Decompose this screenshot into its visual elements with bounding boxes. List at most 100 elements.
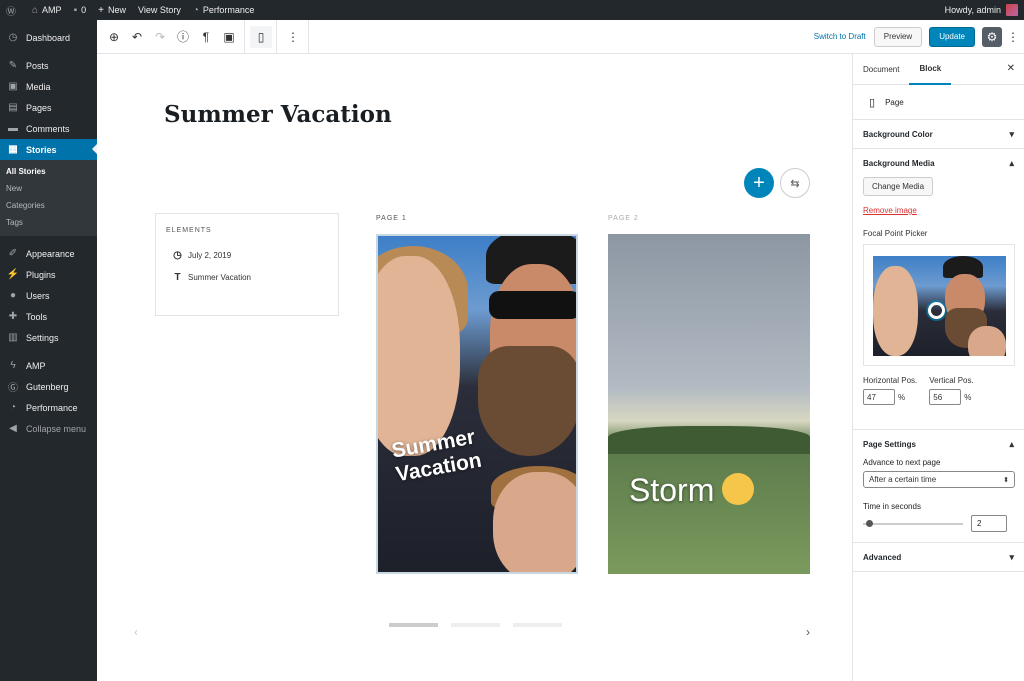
gutenberg-icon: Ⓖ <box>8 383 18 394</box>
advance-select[interactable]: After a certain time ⬍ <box>863 471 1015 488</box>
select-arrows-icon: ⬍ <box>1003 476 1009 484</box>
plus-icon: + <box>753 171 765 194</box>
page-settings-panel: Page Settings ▴ Advance to next page Afte… <box>853 430 1024 543</box>
update-button[interactable]: Update <box>929 26 975 47</box>
time-input[interactable]: 2 <box>971 515 1007 532</box>
block-name: Page <box>885 97 904 107</box>
settings-toggle-button[interactable]: ⚙ <box>982 26 1002 47</box>
redo-button[interactable]: ↷ <box>149 26 171 48</box>
pin-icon: ✎ <box>8 60 18 71</box>
photo-face <box>493 472 576 572</box>
tab-document[interactable]: Document <box>853 54 909 85</box>
info-button[interactable]: ⓘ <box>172 26 194 48</box>
preview-button[interactable]: Preview <box>873 26 923 47</box>
vertical-pos-input[interactable]: 56 <box>929 389 962 405</box>
more-vertical-icon: ⋮ <box>287 29 299 44</box>
view-story-link[interactable]: View Story <box>132 0 187 20</box>
next-page-button[interactable]: › <box>806 625 810 639</box>
submenu-tags[interactable]: Tags <box>0 214 97 231</box>
sidebar-item-performance[interactable]: ◔ Performance <box>0 397 97 418</box>
sidebar-item-appearance[interactable]: ✐ Appearance <box>0 243 97 264</box>
story-title[interactable]: Summer Vacation <box>164 101 392 128</box>
sidebar-item-tools[interactable]: ✚ Tools <box>0 306 97 327</box>
comment-bubble-icon: ▪ <box>73 4 78 16</box>
collapse-menu-button[interactable]: ◀ Collapse menu <box>0 418 97 439</box>
new-content-link[interactable]: + New <box>92 0 132 20</box>
focal-point-image <box>873 256 1006 356</box>
close-settings-button[interactable]: ✕ <box>1007 63 1015 74</box>
plus-icon: + <box>98 4 104 16</box>
switch-to-draft-button[interactable]: Switch to Draft <box>806 32 874 41</box>
sidebar-item-gutenberg[interactable]: Ⓖ Gutenberg <box>0 376 97 397</box>
remove-image-link[interactable]: Remove image <box>863 206 1014 215</box>
background-media-panel: Background Media ▴ Change Media Remove im… <box>853 149 1024 430</box>
add-block-button[interactable]: ⊕ <box>103 26 125 48</box>
page-indicator-dot[interactable] <box>451 623 500 627</box>
reorder-pages-button[interactable]: ⇆ <box>780 168 810 198</box>
page-block-button[interactable]: ▯ <box>250 25 272 48</box>
comments-link[interactable]: ▪ 0 <box>68 0 93 20</box>
sidebar-item-pages[interactable]: ▤ Pages <box>0 97 97 118</box>
previous-page-button[interactable]: ‹ <box>134 625 138 639</box>
story-page-1[interactable]: Summer Vacation <box>376 234 578 574</box>
tab-block[interactable]: Block <box>909 54 952 85</box>
performance-link[interactable]: ◔ Performance <box>187 0 261 20</box>
element-item-text[interactable]: T Summer Vacation <box>172 272 251 283</box>
chevron-down-icon: ▾ <box>1009 551 1014 562</box>
sidebar-item-users[interactable]: ● Users <box>0 285 97 306</box>
plus-circle-icon: ⊕ <box>108 29 120 44</box>
chevron-up-icon: ▴ <box>1009 157 1014 168</box>
more-tools-button[interactable]: ⋮ <box>1002 30 1024 44</box>
page-indicator-dot[interactable] <box>389 623 438 627</box>
sidebar-item-stories[interactable]: ▦ Stories <box>0 139 97 160</box>
close-icon: ✕ <box>1006 63 1015 74</box>
users-icon: ● <box>9 290 17 301</box>
image-icon: ▣ <box>223 29 235 44</box>
page-indicator-dot[interactable] <box>513 623 562 627</box>
more-vertical-icon: ⋮ <box>1007 29 1019 44</box>
horizontal-pos-label: Horizontal Pos. <box>863 376 918 385</box>
comment-icon: ▬ <box>8 123 18 134</box>
undo-button[interactable]: ↶ <box>126 26 148 48</box>
dashboard-icon: ◷ <box>8 32 18 43</box>
site-name-link[interactable]: ⌂ AMP <box>26 0 68 20</box>
clock-icon: ◷ <box>173 250 182 261</box>
background-media-toggle[interactable]: Background Media ▴ <box>853 149 1024 177</box>
page-2-text-block[interactable]: Storm <box>629 472 755 509</box>
submenu-all-stories[interactable]: All Stories <box>0 163 97 180</box>
sidebar-item-amp[interactable]: ϟ AMP <box>0 355 97 376</box>
photo-face <box>378 256 460 456</box>
change-media-button[interactable]: Change Media <box>863 177 934 196</box>
background-color-toggle[interactable]: Background Color ▾ <box>853 120 1024 148</box>
horizontal-pos-input[interactable]: 47 <box>863 389 895 405</box>
block-card: ▯ Page <box>853 85 1024 120</box>
block-more-options-button[interactable]: ⋮ <box>282 26 304 48</box>
element-item-date[interactable]: ◷ July 2, 2019 <box>172 250 231 261</box>
submenu-categories[interactable]: Categories <box>0 197 97 214</box>
sliders-icon: ▥ <box>8 332 18 343</box>
focal-point-label: Focal Point Picker <box>863 229 928 238</box>
story-page-2[interactable]: Storm <box>608 234 810 574</box>
sidebar-item-plugins[interactable]: ⚡ Plugins <box>0 264 97 285</box>
scream-emoji-icon <box>722 472 755 505</box>
time-slider[interactable] <box>863 519 963 527</box>
sidebar-item-dashboard[interactable]: ◷ Dashboard <box>0 27 97 48</box>
focal-point-handle[interactable] <box>928 302 945 319</box>
sidebar-item-settings[interactable]: ▥ Settings <box>0 327 97 348</box>
submenu-new[interactable]: New <box>0 180 97 197</box>
page-settings-toggle[interactable]: Page Settings ▴ <box>853 430 1024 458</box>
block-navigation-button[interactable]: ¶ <box>195 26 217 48</box>
advanced-toggle[interactable]: Advanced ▾ <box>853 543 1024 571</box>
sidebar-item-comments[interactable]: ▬ Comments <box>0 118 97 139</box>
sidebar-item-posts[interactable]: ✎ Posts <box>0 55 97 76</box>
advance-label: Advance to next page <box>863 458 941 467</box>
gear-icon: ⚙ <box>986 29 998 44</box>
media-button[interactable]: ▣ <box>218 26 240 48</box>
plug-icon: ⚡ <box>6 269 20 280</box>
wordpress-logo-button[interactable]: Ⓦ <box>0 0 26 20</box>
sidebar-item-media[interactable]: ▣ Media <box>0 76 97 97</box>
account-menu[interactable]: Howdy, admin <box>939 0 1024 20</box>
focal-point-picker[interactable] <box>863 244 1015 366</box>
slider-thumb[interactable] <box>866 519 873 527</box>
add-page-button[interactable]: + <box>744 168 774 198</box>
